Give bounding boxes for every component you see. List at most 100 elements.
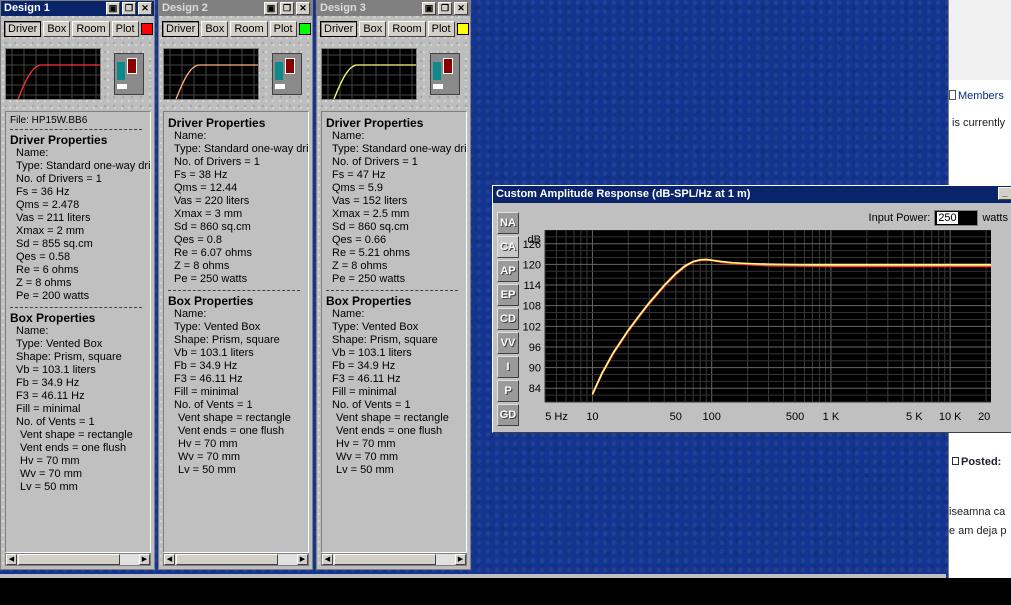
driver-property: Qes = 0.58 <box>16 251 71 263</box>
scroll-thumb[interactable] <box>176 554 278 565</box>
speaker-icon <box>114 53 144 95</box>
design-title: Design 1 <box>4 2 50 14</box>
x-tick-label: 500 <box>786 411 804 423</box>
panel-scrollbar[interactable]: ◀ ▶ <box>163 553 309 566</box>
tab-ca[interactable]: CA <box>497 236 519 258</box>
tab-plot[interactable]: Plot <box>427 21 455 37</box>
save-icon[interactable]: ▣ <box>422 2 436 15</box>
close-icon[interactable]: ✕ <box>454 2 468 15</box>
tab-box[interactable]: Box <box>201 21 229 37</box>
tab-ep[interactable]: EP <box>497 284 519 306</box>
response-title-bar[interactable]: Custom Amplitude Response (dB-SPL/Hz at … <box>493 186 1011 203</box>
design-window-3: Design 3 ▣ ❐ ✕ Driver Box Room Plot Driver … <box>316 0 471 570</box>
tab-i[interactable]: I <box>497 356 519 378</box>
vent-property: Wv = 70 mm <box>336 451 399 463</box>
tab-plot[interactable]: Plot <box>269 21 297 37</box>
scroll-right-icon[interactable]: ▶ <box>139 554 150 565</box>
box-properties-header: Box Properties <box>10 311 96 325</box>
copy-icon[interactable]: ❐ <box>280 2 294 15</box>
properties-panel: Driver Properties Name: Type: Standard on… <box>163 111 309 553</box>
tab-box[interactable]: Box <box>43 21 71 37</box>
plot-color-swatch[interactable] <box>140 23 153 35</box>
driver-property: Qms = 12.44 <box>174 182 238 194</box>
minimize-button[interactable]: _ <box>998 187 1011 200</box>
vent-property: Hv = 70 mm <box>336 438 396 450</box>
tab-box[interactable]: Box <box>359 21 387 37</box>
properties-panel: Driver Properties Name: Type: Standard on… <box>321 111 467 553</box>
tab-gd[interactable]: GD <box>497 404 519 426</box>
y-tick-label: 114 <box>523 280 541 292</box>
browser-header-area <box>949 0 1011 80</box>
x-tick-label: 1 K <box>823 411 840 423</box>
graph-type-tabs: NA CA AP EP CD VV I P GD <box>497 212 519 428</box>
close-icon[interactable]: ✕ <box>138 2 152 15</box>
tab-vv[interactable]: VV <box>497 332 519 354</box>
scroll-left-icon[interactable]: ◀ <box>164 554 175 565</box>
input-power-field[interactable]: 250 <box>934 210 979 226</box>
plot-color-swatch[interactable] <box>298 23 311 35</box>
save-icon[interactable]: ▣ <box>264 2 278 15</box>
box-property: Fb = 34.9 Hz <box>174 360 238 372</box>
scroll-thumb[interactable] <box>18 554 120 565</box>
scroll-thumb[interactable] <box>334 554 436 565</box>
driver-property: Type: Standard one-way drive <box>16 160 151 172</box>
tab-cd[interactable]: CD <box>497 308 519 330</box>
driver-property: Qms = 5.9 <box>332 182 384 194</box>
vent-property: Vent ends = one flush <box>178 425 285 437</box>
tab-na[interactable]: NA <box>497 212 519 234</box>
box-property: F3 = 46.11 Hz <box>16 390 85 402</box>
scroll-left-icon[interactable]: ◀ <box>322 554 333 565</box>
save-icon[interactable]: ▣ <box>106 2 120 15</box>
design-title-bar[interactable]: Design 3 ▣ ❐ ✕ <box>317 1 470 16</box>
design-title-bar[interactable]: Design 2 ▣ ❐ ✕ <box>159 1 312 16</box>
tab-p[interactable]: P <box>497 380 519 402</box>
tab-driver[interactable]: Driver <box>162 21 200 37</box>
scroll-right-icon[interactable]: ▶ <box>297 554 308 565</box>
y-tick-label: 84 <box>529 383 541 395</box>
driver-property: Vas = 152 liters <box>332 195 408 207</box>
file-name: File: HP15W.BB6 <box>10 115 88 126</box>
driver-properties-header: Driver Properties <box>326 116 424 130</box>
tab-ap[interactable]: AP <box>497 260 519 282</box>
driver-properties-header: Driver Properties <box>168 116 266 130</box>
tab-room[interactable]: Room <box>388 21 426 37</box>
members-link[interactable]: Members <box>949 90 1004 102</box>
panel-scrollbar[interactable]: ◀ ▶ <box>5 553 151 566</box>
driver-property: Re = 5.21 ohms <box>332 247 410 259</box>
driver-property: Fs = 38 Hz <box>174 169 228 181</box>
box-property: Type: Vented Box <box>332 321 419 333</box>
x-tick-label: 20 K <box>978 411 991 423</box>
panel-scrollbar[interactable]: ◀ ▶ <box>321 553 467 566</box>
scroll-right-icon[interactable]: ▶ <box>455 554 466 565</box>
tab-room[interactable]: Room <box>72 21 110 37</box>
copy-icon[interactable]: ❐ <box>122 2 136 15</box>
box-property: F3 = 46.11 Hz <box>332 373 401 385</box>
design-title-bar[interactable]: Design 1 ▣ ❐ ✕ <box>1 1 154 16</box>
driver-property: Name: <box>16 147 49 159</box>
box-property: F3 = 46.11 Hz <box>174 373 243 385</box>
vent-property: Wv = 70 mm <box>20 468 83 480</box>
driver-property: No. of Drivers = 1 <box>332 156 418 168</box>
y-tick-label: 120 <box>523 259 541 271</box>
close-icon[interactable]: ✕ <box>296 2 310 15</box>
design-title: Design 2 <box>162 2 208 14</box>
scroll-left-icon[interactable]: ◀ <box>6 554 17 565</box>
tab-driver[interactable]: Driver <box>4 21 42 37</box>
vent-property: Vent ends = one flush <box>20 442 127 454</box>
vent-property: Lv = 50 mm <box>178 464 236 476</box>
design-window-1: Design 1 ▣ ❐ ✕ Driver Box Room Plot File: H… <box>0 0 155 570</box>
tab-driver[interactable]: Driver <box>320 21 358 37</box>
plot-color-swatch[interactable] <box>456 23 469 35</box>
vent-property: Lv = 50 mm <box>20 481 78 493</box>
driver-property: Xmax = 3 mm <box>174 208 243 220</box>
x-tick-label: 50 <box>670 411 682 423</box>
tab-plot[interactable]: Plot <box>111 21 139 37</box>
response-title: Custom Amplitude Response (dB-SPL/Hz at … <box>496 188 751 200</box>
copy-icon[interactable]: ❐ <box>438 2 452 15</box>
post-icon <box>952 457 959 465</box>
tab-room[interactable]: Room <box>230 21 268 37</box>
driver-property: Re = 6.07 ohms <box>174 247 252 259</box>
driver-property: Re = 6 ohms <box>16 264 79 276</box>
vent-property: Hv = 70 mm <box>178 438 238 450</box>
box-property: Fill = minimal <box>174 386 239 398</box>
